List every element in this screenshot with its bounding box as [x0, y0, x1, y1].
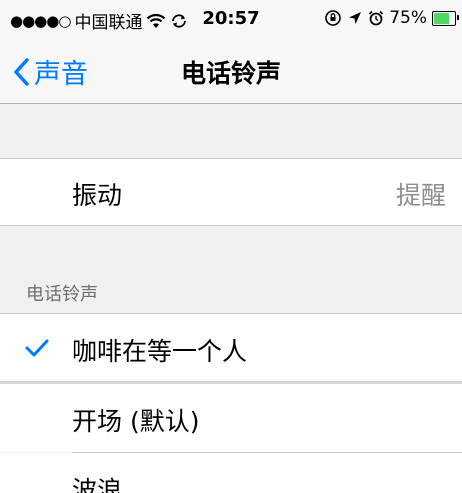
checkmark-icon: [25, 339, 49, 357]
battery-percent: 75%: [389, 8, 427, 28]
location-arrow-icon: [349, 12, 362, 24]
battery-icon: [432, 10, 459, 26]
vibration-label: 振动: [72, 181, 123, 210]
vibration-value: 提醒: [395, 181, 446, 210]
orientation-lock-icon: [325, 10, 342, 26]
ringtone-row[interactable]: 开场 (默认): [0, 384, 462, 452]
ringtone-label: 咖啡在等一个人: [72, 337, 248, 366]
navigation-bar: 声音 电话铃声: [0, 40, 462, 104]
ringtone-row[interactable]: 咖啡在等一个人: [0, 314, 462, 381]
page-title: 电话铃声: [180, 59, 281, 88]
battery-nub: [457, 14, 459, 20]
divider: [0, 225, 462, 226]
ringtone-row[interactable]: 波浪: [0, 453, 462, 493]
status-bar: ●●●●○ 中国联通 20:57 75%: [0, 0, 462, 40]
ringtone-label: 开场 (默认): [72, 407, 200, 436]
section-header-ringtones: 电话铃声: [26, 284, 98, 305]
ringtone-label: 波浪: [72, 476, 123, 493]
status-right: 75%: [324, 8, 459, 28]
alarm-icon: [369, 10, 384, 26]
vibration-row[interactable]: 振动 提醒: [0, 159, 462, 225]
battery-level: [434, 12, 449, 24]
